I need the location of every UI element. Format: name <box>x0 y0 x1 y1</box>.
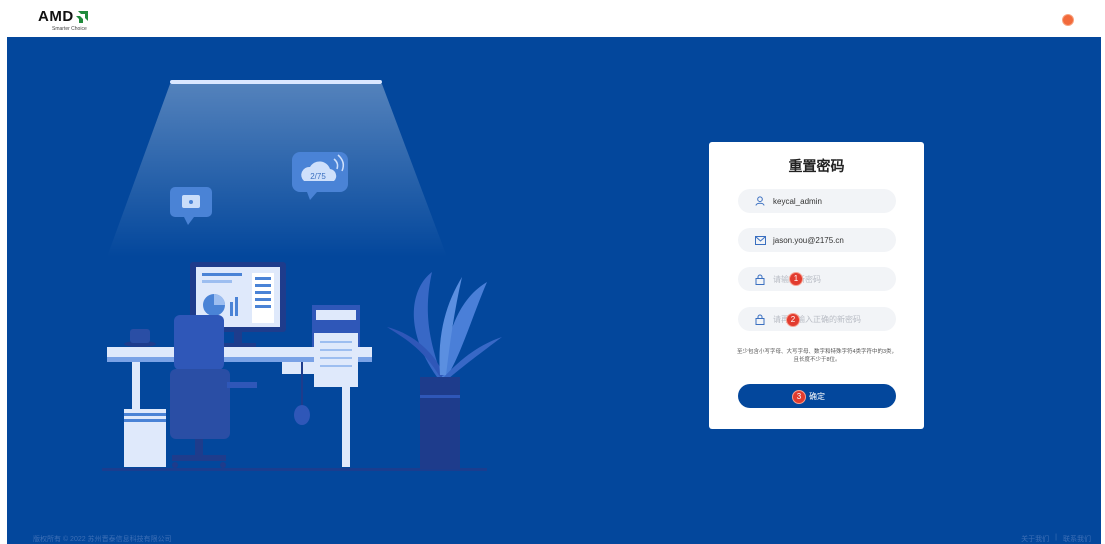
office-illustration: 2/75 <box>102 80 502 471</box>
username-field[interactable]: keycal_admin <box>738 189 896 213</box>
password-hint: 至少包含小写字母、大写字母、数字和特殊字符4类字符中的3类，且长度不少于8位。 <box>736 349 898 363</box>
logo-text: AMD <box>38 8 74 25</box>
amd-logo[interactable]: AMD Smarter Choice <box>38 8 88 32</box>
main-background: 2/75 重置密码 keycal_admin jason.you@2175.cn… <box>7 37 1101 544</box>
user-avatar[interactable] <box>1062 14 1074 26</box>
step-marker-2: 2 <box>786 313 800 327</box>
cloud-label: 2/75 <box>310 172 326 181</box>
card-title: 重置密码 <box>788 158 845 174</box>
new-password-input[interactable]: 请输入新密码 <box>738 267 896 291</box>
lock-icon <box>754 273 766 285</box>
confirm-password-input[interactable]: 请再次输入正确的新密码 <box>738 307 896 331</box>
email-value: jason.you@2175.cn <box>773 235 844 245</box>
top-bar: AMD Smarter Choice <box>0 0 1105 36</box>
reset-password-card: 重置密码 keycal_admin jason.you@2175.cn 请输入新… <box>709 142 924 429</box>
mail-icon <box>754 234 766 246</box>
email-field[interactable]: jason.you@2175.cn <box>738 228 896 252</box>
light-beam <box>107 84 447 257</box>
footer-link-separator: | <box>1055 534 1057 541</box>
user-icon <box>754 195 766 207</box>
trash-bin <box>124 409 166 467</box>
footer-link-about[interactable]: 关于我们 <box>1021 534 1049 544</box>
ceiling-lamp <box>170 80 382 84</box>
coffee-cup <box>124 329 156 347</box>
amd-arrow-icon <box>75 10 88 23</box>
footer-links: 关于我们 | 联系我们 <box>1021 534 1091 544</box>
step-marker-3: 3 <box>792 390 806 404</box>
confirm-button[interactable]: 确定 <box>738 384 896 408</box>
lock-icon <box>754 313 766 325</box>
potted-plant <box>387 272 502 469</box>
logo-tagline: Smarter Choice <box>52 26 87 32</box>
step-marker-1: 1 <box>789 272 803 286</box>
office-chair <box>170 315 257 468</box>
document-stack <box>312 305 360 387</box>
footer-link-contact[interactable]: 联系我们 <box>1063 534 1091 544</box>
username-value: keycal_admin <box>773 196 822 206</box>
copyright-text: 版权所有 © 2022 苏州晋泰信息科技有限公司 <box>33 536 172 543</box>
